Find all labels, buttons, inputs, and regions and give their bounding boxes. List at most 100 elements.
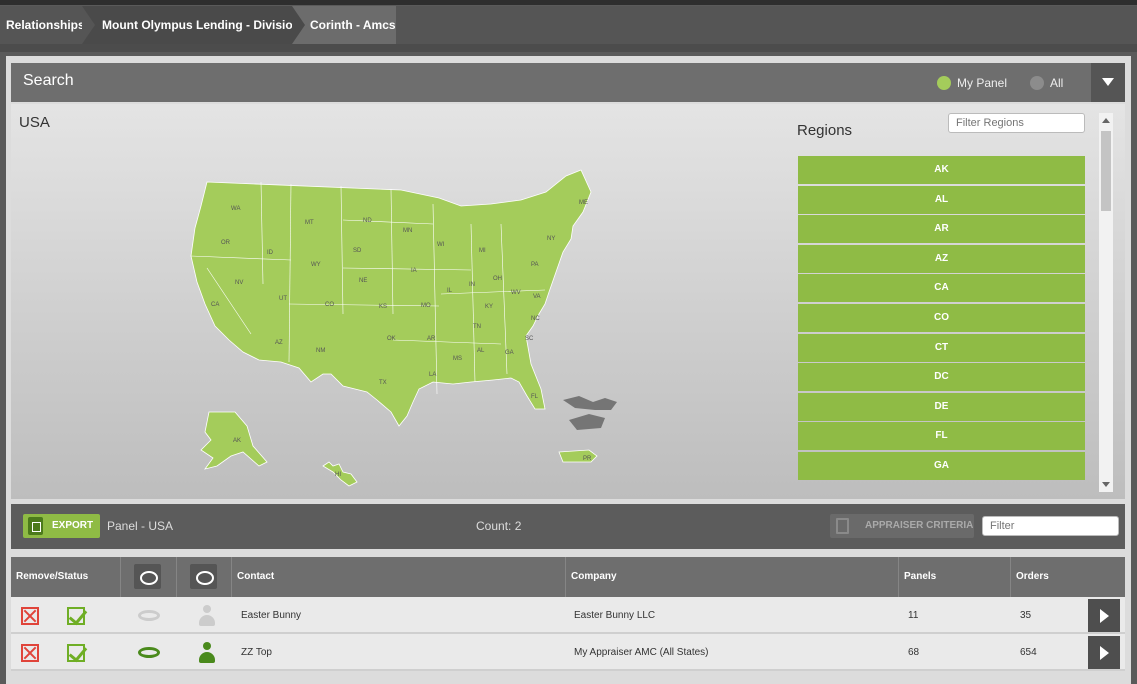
transfer-icon[interactable] xyxy=(138,647,160,658)
region-item-ga[interactable]: GA xyxy=(798,451,1085,480)
transfer-icon xyxy=(134,564,161,589)
results-table: Remove/Status Contact Company Panels Ord… xyxy=(11,557,1125,671)
map-label-ms: MS xyxy=(453,356,462,362)
header-contact[interactable]: Contact xyxy=(232,557,566,597)
search-title: Search xyxy=(23,72,74,89)
map-label-me: ME xyxy=(579,200,588,206)
criteria-label: APPRAISER CRITERIA xyxy=(865,520,974,531)
header-remove-status[interactable]: Remove/Status xyxy=(11,557,121,597)
all-label[interactable]: All xyxy=(1050,76,1063,90)
map-label-mo: MO xyxy=(421,303,431,309)
regions-scrollbar[interactable] xyxy=(1099,113,1113,492)
breadcrumb-divisions[interactable]: Mount Olympus Lending - Divisions xyxy=(82,6,307,44)
map-label-wi: WI xyxy=(437,242,445,248)
region-item-ak[interactable]: AK xyxy=(798,156,1085,184)
map-label-ut: UT xyxy=(279,296,287,302)
clipboard-icon xyxy=(836,518,849,534)
table-row[interactable]: ZZ Top My Appraiser AMC (All States) 68 … xyxy=(11,634,1125,671)
region-item-de[interactable]: DE xyxy=(798,392,1085,421)
export-button[interactable]: EXPORT xyxy=(23,514,100,538)
region-item-ar[interactable]: AR xyxy=(798,215,1085,244)
map-label-ny: NY xyxy=(547,236,555,242)
table-row[interactable]: Easter Bunny Easter Bunny LLC 11 35 xyxy=(11,597,1125,634)
map-label-wy: WY xyxy=(311,262,321,268)
orders-cell: 35 xyxy=(1020,610,1032,621)
filter-regions-input[interactable] xyxy=(948,113,1085,133)
row-open-arrow-icon[interactable] xyxy=(1088,599,1120,632)
map-label-in: IN xyxy=(469,282,475,288)
map-label-pr: PR xyxy=(583,456,592,462)
map-label-ne: NE xyxy=(359,278,367,284)
region-item-dc[interactable]: DC xyxy=(798,363,1085,392)
company-cell: Easter Bunny LLC xyxy=(574,610,656,621)
map-label-tx: TX xyxy=(379,380,387,386)
search-bar: Search My Panel All xyxy=(11,63,1125,102)
export-label: EXPORT xyxy=(52,520,94,531)
map-label-wv: WV xyxy=(511,290,521,296)
map-label-ar: AR xyxy=(427,336,436,342)
map-label-mt: MT xyxy=(305,220,314,226)
map-label-nc: NC xyxy=(531,316,540,322)
appraiser-criteria-button[interactable]: APPRAISER CRITERIA xyxy=(830,514,974,538)
region-list: AK AL AR AZ CA CO CT DC DE FL GA xyxy=(798,156,1085,492)
contact-cell: Easter Bunny xyxy=(241,610,302,621)
contact-cell: ZZ Top xyxy=(241,647,272,658)
scroll-thumb[interactable] xyxy=(1101,131,1111,211)
user-assign-icon xyxy=(190,564,217,589)
scroll-up-icon[interactable] xyxy=(1102,118,1110,123)
region-item-al[interactable]: AL xyxy=(798,185,1085,214)
remove-icon[interactable] xyxy=(21,607,39,625)
map-label-co: CO xyxy=(325,302,334,308)
map-label-nv: NV xyxy=(235,280,243,286)
map-label-sd: SD xyxy=(353,248,362,254)
panel-toolbar: EXPORT Panel - USA Count: 2 APPRAISER CR… xyxy=(11,504,1125,549)
breadcrumb: Relationships Mount Olympus Lending - Di… xyxy=(0,6,1137,44)
user-assign-icon[interactable] xyxy=(199,605,215,626)
region-item-ca[interactable]: CA xyxy=(798,274,1085,303)
map-label-nm: NM xyxy=(316,348,325,354)
map-label-al: AL xyxy=(477,348,485,354)
count-label: Count: 2 xyxy=(476,519,522,533)
map-label-mi: MI xyxy=(479,248,486,254)
regions-title: Regions xyxy=(797,122,853,139)
my-panel-radio[interactable] xyxy=(937,76,951,90)
my-panel-label[interactable]: My Panel xyxy=(957,76,1007,90)
map-label-ca: CA xyxy=(211,302,219,308)
status-check-icon[interactable] xyxy=(67,607,85,625)
divider xyxy=(0,44,1137,52)
remove-icon[interactable] xyxy=(21,644,39,662)
region-item-ct[interactable]: CT xyxy=(798,333,1085,362)
user-assign-icon[interactable] xyxy=(199,642,215,663)
breadcrumb-relationships[interactable]: Relationships xyxy=(0,6,95,44)
map-label-ky: KY xyxy=(485,304,493,310)
map-area: USA WA OR CA NV ID MT WY UT AZ CO NM ND … xyxy=(11,104,1125,499)
header-assign[interactable] xyxy=(177,557,232,597)
status-check-icon[interactable] xyxy=(67,644,85,662)
header-panels[interactable]: Panels xyxy=(899,557,1011,597)
header-transfer[interactable] xyxy=(121,557,177,597)
map-label-wa: WA xyxy=(231,206,240,212)
breadcrumb-current: Corinth - Amcs xyxy=(292,6,396,44)
transfer-icon[interactable] xyxy=(138,610,160,621)
region-item-co[interactable]: CO xyxy=(798,303,1085,332)
map-label-id: ID xyxy=(267,250,274,256)
collapse-toggle-button[interactable] xyxy=(1091,63,1125,102)
all-radio[interactable] xyxy=(1030,76,1044,90)
panels-cell: 68 xyxy=(908,647,920,658)
scroll-down-icon[interactable] xyxy=(1102,482,1110,487)
map-label-ga: GA xyxy=(505,350,514,356)
region-item-fl[interactable]: FL xyxy=(798,422,1085,451)
row-open-arrow-icon[interactable] xyxy=(1088,636,1120,669)
header-orders[interactable]: Orders xyxy=(1011,557,1125,597)
us-map[interactable]: WA OR CA NV ID MT WY UT AZ CO NM ND SD N… xyxy=(171,164,641,494)
filter-input[interactable] xyxy=(982,516,1119,536)
main-panel: Search My Panel All USA WA OR CA NV ID M… xyxy=(6,56,1131,684)
panel-label: Panel - USA xyxy=(107,519,174,533)
map-label-mn: MN xyxy=(403,228,412,234)
header-company[interactable]: Company xyxy=(566,557,899,597)
map-label-hi: HI xyxy=(335,472,341,478)
map-state-mainland[interactable] xyxy=(190,169,592,427)
region-item-az[interactable]: AZ xyxy=(798,244,1085,273)
table-header: Remove/Status Contact Company Panels Ord… xyxy=(11,557,1125,597)
map-territory-vi[interactable] xyxy=(563,396,617,430)
